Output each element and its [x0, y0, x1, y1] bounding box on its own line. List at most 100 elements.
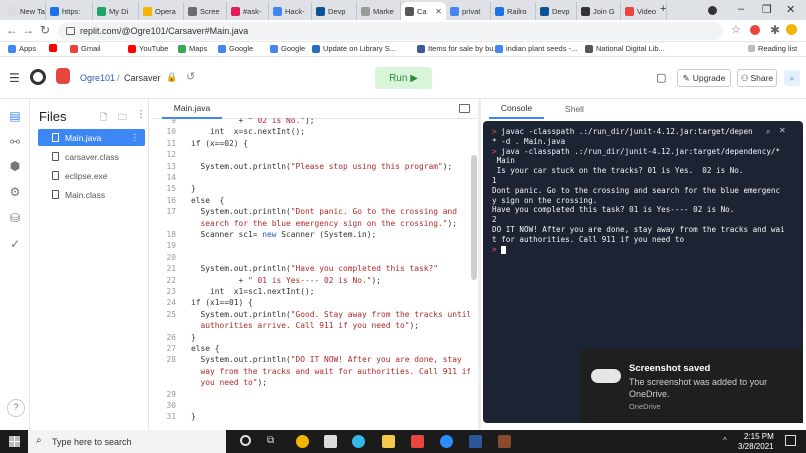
tray-chevron-icon[interactable]: ^: [723, 436, 727, 445]
chrome-icon[interactable]: [296, 435, 309, 448]
extension-icon[interactable]: [750, 25, 760, 35]
chat-icon[interactable]: ▢: [656, 71, 666, 84]
avatar[interactable]: [786, 24, 797, 35]
share-button[interactable]: ⚇ Share: [737, 69, 777, 87]
search-icon[interactable]: ⌕: [784, 70, 800, 86]
tab-close-icon[interactable]: ✕: [435, 7, 442, 16]
username-link[interactable]: Ogre101: [80, 73, 115, 83]
repl-name[interactable]: Carsaver: [124, 73, 161, 83]
tab-shell[interactable]: Shell: [547, 99, 602, 119]
file-item[interactable]: eclipse.exe: [38, 167, 145, 184]
code-line[interactable]: int x=sc.nextInt();: [191, 127, 305, 136]
code-line[interactable]: System.out.println("Have you completed t…: [191, 264, 439, 273]
new-tab-button[interactable]: +: [660, 3, 666, 15]
browser-tab[interactable]: Railro: [491, 2, 536, 20]
files-icon[interactable]: ▤: [8, 109, 22, 123]
maximize-icon[interactable]: ❐: [762, 3, 772, 16]
bookmark-item[interactable]: Google: [270, 44, 305, 53]
clock-time[interactable]: 2:15 PM: [744, 432, 774, 441]
more-options-icon[interactable]: ⋮: [136, 109, 146, 120]
lock-icon[interactable]: [66, 27, 75, 35]
browser-tab[interactable]: Hack-: [269, 2, 312, 20]
edge-icon[interactable]: [352, 435, 365, 448]
browser-tab[interactable]: Scree: [184, 2, 227, 20]
code-line[interactable]: else {: [191, 196, 224, 205]
lock-toggle-icon[interactable]: 🔒: [166, 72, 177, 83]
editor-layout-icon[interactable]: [459, 104, 470, 113]
back-icon[interactable]: ←: [6, 23, 18, 37]
bookmark-item[interactable]: indian plant seeds -...: [495, 44, 577, 53]
upgrade-button[interactable]: ✎ Upgrade: [677, 69, 731, 87]
browser-tab[interactable]: New Tab: [4, 2, 46, 20]
pane-divider[interactable]: [478, 99, 481, 430]
browser-tab[interactable]: https:: [46, 2, 93, 20]
cortana-icon[interactable]: [240, 435, 251, 446]
minimize-icon[interactable]: –: [738, 3, 744, 15]
notifications-icon[interactable]: [785, 435, 796, 446]
bookmark-item[interactable]: Google: [218, 44, 253, 53]
bookmark-item[interactable]: YouTube: [128, 44, 168, 53]
browser-tab[interactable]: Marke: [357, 2, 401, 20]
game-icon[interactable]: [498, 435, 511, 448]
browser-tab[interactable]: privat: [446, 2, 491, 20]
browser-tab[interactable]: #ask-: [227, 2, 269, 20]
code-line[interactable]: way from the tracks and wait for authori…: [191, 367, 470, 376]
bookmark-item[interactable]: Gmail: [70, 44, 101, 53]
settings-icon[interactable]: ⚙: [8, 185, 22, 199]
clock-date[interactable]: 3/28/2021: [738, 442, 774, 451]
code-line[interactable]: System.out.println("Dont panic. Go to th…: [191, 207, 458, 216]
file-item[interactable]: Main.java ⋮: [38, 129, 145, 146]
code-line[interactable]: System.out.println("Good. Stay away from…: [191, 310, 471, 319]
bookmark-item[interactable]: Maps: [178, 44, 207, 53]
new-folder-icon[interactable]: 🗀: [118, 110, 127, 126]
bookmark-item[interactable]: [49, 44, 60, 52]
forward-icon[interactable]: →: [22, 23, 34, 37]
tab-main-java[interactable]: Main.java: [162, 99, 222, 119]
code-line[interactable]: search for the blue emergency sign on th…: [191, 219, 458, 228]
code-line[interactable]: you need to");: [191, 378, 268, 387]
browser-tab[interactable]: Devp: [536, 2, 577, 20]
repl-avatar[interactable]: [56, 68, 70, 84]
code-line[interactable]: }: [191, 412, 196, 421]
editor-scrollbar[interactable]: [471, 155, 477, 280]
code-line[interactable]: + " 02 is No.");: [191, 118, 315, 125]
file-explorer-icon[interactable]: [382, 435, 395, 448]
browser-tab[interactable]: Ca ✕: [401, 2, 446, 20]
code-line[interactable]: Scanner sc1= new Scanner (System.in);: [191, 230, 377, 239]
url-field[interactable]: replit.com/@Ogre101/Carsaver#Main.java: [58, 22, 723, 40]
check-icon[interactable]: ✓: [8, 237, 22, 251]
bookmark-item[interactable]: Apps: [8, 44, 36, 53]
zoom-icon[interactable]: [440, 435, 453, 448]
code-line[interactable]: if (x1==01) {: [191, 298, 253, 307]
code-line[interactable]: int x1=sc1.nextInt();: [191, 287, 315, 296]
browser-tab[interactable]: My Di: [93, 2, 139, 20]
code-line[interactable]: if (x==02) {: [191, 139, 248, 148]
history-icon[interactable]: ↺: [186, 70, 195, 83]
code-area[interactable]: 9 + " 02 is No."); 10 int x=sc.nextInt();…: [152, 118, 470, 427]
replit-logo-icon[interactable]: [30, 69, 46, 85]
reading-list[interactable]: Reading list: [748, 44, 797, 53]
database-icon[interactable]: ⛁: [8, 211, 22, 225]
task-view-icon[interactable]: ⧉: [267, 435, 274, 446]
bookmark-item[interactable]: National Digital Lib...: [585, 44, 665, 53]
help-icon[interactable]: ?: [7, 399, 25, 417]
code-line[interactable]: }: [191, 184, 196, 193]
run-button[interactable]: Run ▶: [375, 67, 432, 89]
code-line[interactable]: authorities arrive. Call 911 if you need…: [191, 321, 420, 330]
bookmark-item[interactable]: Update on Library S...: [312, 44, 396, 53]
console-search-icon[interactable]: ⌕: [766, 127, 770, 137]
word-icon[interactable]: [469, 435, 482, 448]
profile-icon[interactable]: [708, 6, 717, 15]
star-icon[interactable]: ☆: [731, 23, 741, 36]
screenshot-toast[interactable]: Screenshot saved The screenshot was adde…: [580, 349, 803, 423]
store-icon[interactable]: [324, 435, 337, 448]
browser-tab[interactable]: Devp: [312, 2, 357, 20]
file-item[interactable]: carsaver.class: [38, 148, 145, 165]
extensions-puzzle-icon[interactable]: ✱: [770, 23, 780, 37]
code-line[interactable]: System.out.println("Please stop using th…: [191, 162, 453, 171]
share-nodes-icon[interactable]: ⚯: [8, 135, 22, 149]
windows-start-icon[interactable]: [9, 436, 20, 447]
console-clear-icon[interactable]: ✕: [779, 126, 786, 135]
file-more-icon[interactable]: ⋮: [131, 132, 140, 143]
tab-console[interactable]: Console: [489, 99, 544, 119]
